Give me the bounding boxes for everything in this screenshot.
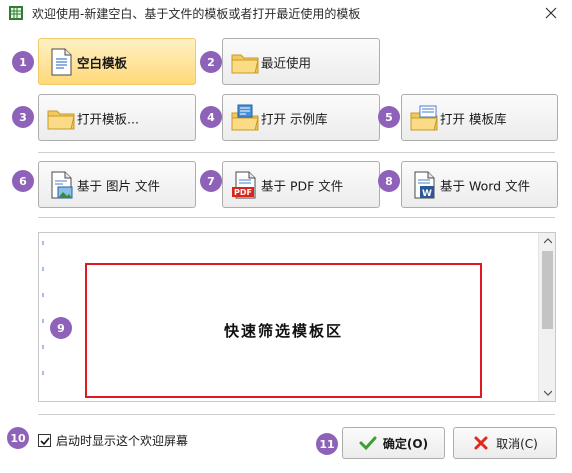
badge-4: 4 <box>200 106 222 128</box>
badge-1: 1 <box>12 51 34 73</box>
badge-3: 3 <box>12 106 34 128</box>
open-template-button[interactable]: 打开模板... <box>38 94 196 141</box>
recent-button[interactable]: 最近使用 <box>222 38 380 85</box>
folder-icon <box>45 102 77 134</box>
badge-6: 6 <box>12 170 34 192</box>
cancel-label: 取消(C) <box>496 436 538 451</box>
checkmark-icon <box>39 436 50 445</box>
from-word-label: 基于 Word 文件 <box>440 178 531 193</box>
quick-filter-area[interactable]: 快速筛选模板区 <box>38 232 556 402</box>
startup-checkbox[interactable] <box>38 434 51 447</box>
open-library-button[interactable]: 打开 模板库 <box>401 94 558 141</box>
from-image-button[interactable]: 基于 图片 文件 <box>38 161 196 208</box>
from-word-button[interactable]: W 基于 Word 文件 <box>401 161 558 208</box>
separator <box>38 414 555 415</box>
startup-checkbox-row[interactable]: 启动时显示这个欢迎屏幕 <box>38 432 188 449</box>
close-icon <box>545 7 557 19</box>
blank-document-icon <box>45 46 77 78</box>
chevron-up-icon <box>543 238 552 244</box>
blank-template-label: 空白模板 <box>77 55 128 70</box>
badge-11: 11 <box>316 433 338 455</box>
pdf-icon-text: PDF <box>234 188 252 197</box>
separator <box>38 152 555 153</box>
separator <box>38 217 555 218</box>
open-template-label: 打开模板... <box>77 111 139 126</box>
ok-button[interactable]: 确定(O) <box>342 427 445 459</box>
word-file-icon: W <box>408 169 440 201</box>
window-title: 欢迎使用-新建空白、基于文件的模板或者打开最近使用的模板 <box>32 7 361 21</box>
close-button[interactable] <box>540 2 562 24</box>
open-sample-label: 打开 示例库 <box>261 111 328 126</box>
open-sample-button[interactable]: 打开 示例库 <box>222 94 380 141</box>
cancel-button[interactable]: 取消(C) <box>453 427 557 459</box>
badge-7: 7 <box>200 170 222 192</box>
chevron-down-icon <box>543 390 552 396</box>
from-image-label: 基于 图片 文件 <box>77 178 160 193</box>
badge-9: 9 <box>50 317 72 339</box>
badge-8: 8 <box>378 170 400 192</box>
vertical-scrollbar[interactable] <box>538 233 555 401</box>
badge-10: 10 <box>7 427 29 449</box>
from-pdf-label: 基于 PDF 文件 <box>261 178 344 193</box>
spreadsheet-icon <box>8 5 24 21</box>
scroll-down-button[interactable] <box>539 385 556 401</box>
pdf-file-icon: PDF <box>229 169 261 201</box>
scroll-up-button[interactable] <box>539 233 556 249</box>
ok-label: 确定(O) <box>382 436 429 451</box>
line-markers <box>42 241 44 375</box>
quick-filter-label: 快速筛选模板区 <box>223 322 343 340</box>
badge-5: 5 <box>378 106 400 128</box>
folder-icon <box>229 46 261 78</box>
from-pdf-button[interactable]: PDF 基于 PDF 文件 <box>222 161 380 208</box>
blank-template-button[interactable]: 空白模板 <box>38 38 196 85</box>
sample-folder-icon <box>229 102 261 134</box>
title-bar: 欢迎使用-新建空白、基于文件的模板或者打开最近使用的模板 <box>0 0 572 26</box>
open-library-label: 打开 模板库 <box>440 111 507 126</box>
image-file-icon <box>45 169 77 201</box>
badge-2: 2 <box>200 51 222 73</box>
library-folder-icon <box>408 102 440 134</box>
highlight-box: 快速筛选模板区 <box>85 263 482 398</box>
scroll-thumb[interactable] <box>542 251 553 329</box>
recent-label: 最近使用 <box>261 55 312 70</box>
check-icon <box>359 434 377 452</box>
startup-checkbox-label: 启动时显示这个欢迎屏幕 <box>56 434 189 448</box>
cross-icon <box>472 434 490 452</box>
word-icon-text: W <box>422 189 432 199</box>
